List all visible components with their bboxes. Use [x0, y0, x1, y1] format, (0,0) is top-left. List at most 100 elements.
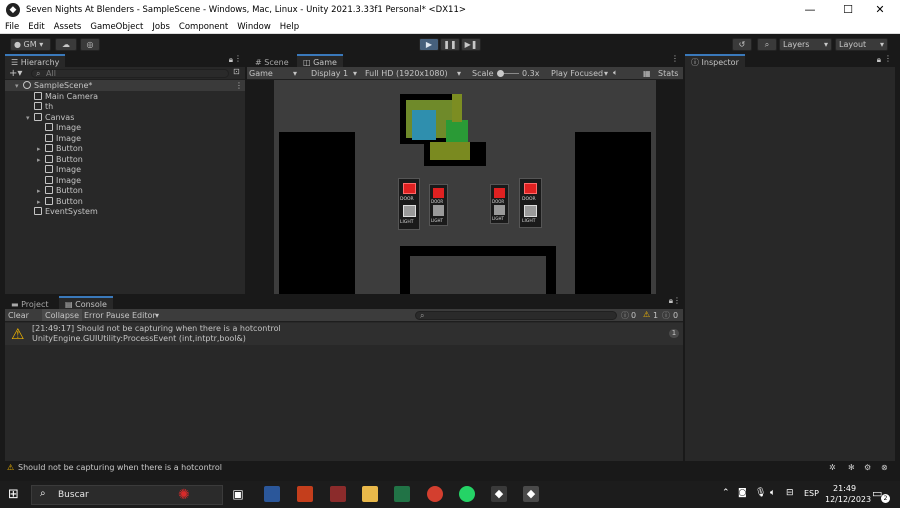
collapse-arrow-icon[interactable]: ▸ [37, 144, 45, 155]
right-door-panel[interactable]: DOOR LIGHT [519, 178, 542, 228]
unity-hub-icon[interactable]: ◆ [491, 486, 507, 502]
hierarchy-item[interactable]: Image [37, 123, 81, 134]
right-light-button-2[interactable] [494, 205, 505, 215]
debug-icon[interactable]: ✲ [829, 461, 836, 474]
pause-button[interactable]: ❚❚ [440, 38, 460, 51]
left-light-button-2[interactable] [433, 205, 444, 216]
hierarchy-item[interactable]: Main Camera [26, 91, 98, 103]
layers-dropdown[interactable]: Layers ▾ [779, 38, 832, 51]
collapse-toggle[interactable]: Collapse [42, 309, 82, 321]
hierarchy-item[interactable]: Image [37, 133, 81, 145]
error-count-icon[interactable]: ⓘ [662, 310, 670, 321]
search-button[interactable]: ⌕ [757, 38, 777, 51]
menu-gameobject[interactable]: GameObject [90, 22, 143, 32]
play-button[interactable]: ▶ [419, 38, 439, 51]
left-door-panel[interactable]: DOOR LIGHT [398, 178, 420, 230]
status-message[interactable]: Should not be capturing when there is a … [18, 461, 222, 474]
left-light-button[interactable] [403, 205, 416, 217]
collapse-arrow-icon[interactable]: ▸ [37, 155, 45, 166]
progress-icon[interactable]: ✻ [848, 461, 855, 474]
editor-dropdown[interactable]: Editor [132, 311, 156, 320]
word-icon[interactable] [264, 486, 280, 502]
right-door-button[interactable] [524, 183, 537, 194]
hierarchy-item[interactable]: th [26, 102, 53, 113]
hierarchy-scene-row[interactable]: ▾ SampleScene* ⋮ [15, 81, 243, 92]
menu-component[interactable]: Component [179, 22, 228, 32]
network-icon[interactable]: ⊟ [786, 488, 794, 498]
close-button[interactable]: ✕ [862, 0, 898, 20]
hierarchy-item[interactable]: ▸ Button [37, 186, 83, 197]
menu-jobs[interactable]: Jobs [152, 22, 170, 32]
tab-inspector[interactable]: ⓘ Inspector [685, 54, 745, 67]
more-options-icon[interactable]: ⋮ [671, 54, 679, 63]
left-door-button-2[interactable] [433, 188, 444, 198]
collapse-arrow-icon[interactable]: ▸ [37, 186, 45, 197]
windows-start-icon[interactable]: ⊞ [8, 488, 21, 501]
menu-window[interactable]: Window [237, 22, 271, 32]
right-door-panel-2[interactable]: DOOR LIGHT [490, 184, 509, 224]
more-options-icon[interactable]: ⋮ [673, 296, 681, 305]
collab-button[interactable]: ◎ [80, 38, 100, 51]
hierarchy-search-input[interactable]: ⌕ All [31, 69, 229, 78]
error-pause-toggle[interactable]: Error Pause [84, 311, 130, 320]
console-search-input[interactable]: ⌕ [415, 311, 617, 320]
more-options-icon[interactable]: ⋮ [235, 81, 243, 92]
expand-arrow-icon[interactable]: ▾ [26, 113, 34, 124]
taskbar-search[interactable]: ⌕ Buscar ✺ [31, 485, 223, 505]
clock-time[interactable]: 21:49 [833, 484, 856, 493]
info-count-icon[interactable]: ⓘ [621, 310, 629, 321]
hierarchy-item[interactable]: ▾ Canvas [26, 112, 74, 124]
excel-icon[interactable] [394, 486, 410, 502]
display-mode-dropdown[interactable]: Game [249, 69, 273, 78]
more-options-icon[interactable]: ⋮ [234, 54, 242, 63]
console-entry[interactable]: ⚠ [21:49:17] Should not be capturing whe… [5, 323, 683, 345]
collapse-arrow-icon[interactable]: ▸ [37, 197, 45, 208]
play-mode-dropdown[interactable]: Play Focused [551, 69, 603, 78]
hierarchy-item[interactable]: ▸ Button [37, 196, 83, 208]
warning-count-icon[interactable]: ⚠ [643, 310, 650, 319]
stats-button[interactable]: Stats [658, 69, 678, 78]
tab-game[interactable]: ◫ Game [297, 54, 343, 67]
powerpoint-icon[interactable] [297, 486, 313, 502]
account-dropdown[interactable]: ● GM ▾ [10, 38, 51, 51]
tab-scene[interactable]: # Scene [249, 54, 295, 67]
language-indicator[interactable]: ESP [804, 489, 819, 498]
menu-edit[interactable]: Edit [28, 22, 44, 32]
hint-icon[interactable]: ⊗ [881, 461, 888, 474]
tab-project[interactable]: ▬ Project [5, 296, 55, 309]
speaker-icon[interactable]: 🔈︎ [770, 488, 775, 498]
cloud-button[interactable]: ☁ [55, 38, 77, 51]
file-explorer-icon[interactable] [362, 486, 378, 502]
tab-hierarchy[interactable]: ☰ Hierarchy [5, 54, 66, 67]
left-door-button[interactable] [403, 183, 416, 194]
resolution-dropdown[interactable]: Full HD (1920x1080) [365, 69, 448, 78]
layout-dropdown[interactable]: Layout ▾ [835, 38, 888, 51]
hierarchy-item[interactable]: ▸ Button [37, 144, 83, 155]
right-light-button[interactable] [524, 205, 537, 217]
lock-icon[interactable]: 🔒︎ [877, 55, 881, 65]
winrar-icon[interactable] [330, 486, 346, 502]
menu-help[interactable]: Help [280, 22, 299, 32]
chrome-icon[interactable] [427, 486, 443, 502]
maximize-button[interactable]: ☐ [830, 0, 866, 20]
more-options-icon[interactable]: ⋮ [884, 54, 892, 63]
audio-icon[interactable]: 🔈︎ [613, 68, 618, 78]
left-door-panel-2[interactable]: DOOR LIGHT [429, 184, 448, 226]
settings-icon[interactable]: ⚙ [864, 461, 871, 474]
clock-date[interactable]: 12/12/2023 [825, 495, 871, 504]
scene-visibility-icon[interactable]: ⊡ [233, 67, 240, 76]
tab-console[interactable]: ▤ Console [59, 296, 113, 309]
expand-arrow-icon[interactable]: ▾ [15, 81, 23, 92]
minimize-button[interactable]: — [792, 0, 828, 20]
hierarchy-item[interactable]: ▸ Button [37, 154, 83, 166]
hierarchy-item[interactable]: Image [37, 165, 81, 176]
task-view-icon[interactable]: ▣ [230, 486, 246, 502]
scale-slider-handle[interactable] [497, 70, 504, 77]
undo-history-button[interactable]: ↺ [732, 38, 752, 51]
hierarchy-item[interactable]: Image [37, 175, 81, 187]
clear-button[interactable]: Clear [8, 311, 29, 320]
right-door-button-2[interactable] [494, 188, 505, 198]
hierarchy-item[interactable]: EventSystem [26, 207, 98, 218]
display-dropdown[interactable]: Display 1 [311, 69, 348, 78]
lock-icon[interactable]: 🔒︎ [229, 55, 233, 65]
